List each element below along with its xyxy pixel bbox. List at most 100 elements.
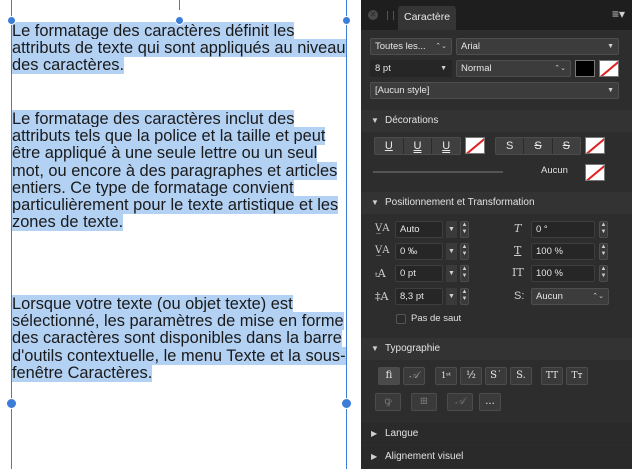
underline-single-button[interactable]: U — [375, 138, 404, 154]
small-caps-button[interactable]: Tт — [566, 367, 588, 385]
font-family-select[interactable]: Arial ▼ — [456, 38, 619, 55]
tracking-field[interactable]: Auto — [395, 221, 443, 238]
section-position-label: Positionnement et Transformation — [385, 197, 535, 208]
stepper-icon: ⌃⌄ — [435, 43, 447, 50]
font-family-value: Arial — [461, 41, 481, 52]
kerning-stepper[interactable]: ▲ ▼ — [460, 243, 469, 260]
tab-caractere[interactable]: Caractère — [398, 6, 457, 30]
kerning-value: 0 ‰ — [400, 246, 418, 257]
section-visual-alignment-label: Alignement visuel — [385, 451, 464, 462]
hamburger-menu-icon[interactable]: ≡▾ — [612, 8, 625, 20]
tracking-value: Auto — [400, 224, 420, 235]
leading-stepper[interactable]: ▲ ▼ — [460, 288, 469, 305]
triangle-down-icon: ▼ — [371, 116, 379, 125]
ordinals-button[interactable]: 1ˢᵗ — [435, 367, 457, 385]
line-weight-value: Aucun — [541, 165, 568, 176]
swash-button[interactable]: 𝒜 — [403, 367, 425, 385]
strike-none-button[interactable]: S — [496, 138, 525, 154]
font-style-select[interactable]: Normal ⌃⌄ — [456, 60, 571, 77]
stylistic-alternates-button[interactable]: ꝙ — [375, 393, 401, 411]
shear-stepper[interactable]: ▲ ▼ — [599, 221, 608, 238]
baseline-field[interactable]: 0 pt — [395, 265, 443, 282]
no-break-checkbox[interactable] — [396, 314, 406, 324]
paragraph-2-text: Le formatage des caractères inclut des a… — [12, 110, 339, 232]
contextual-button[interactable]: ⊞ — [411, 393, 437, 411]
horizontal-scale-field[interactable]: 100 % — [531, 265, 595, 282]
leading-value: 8,3 pt — [400, 291, 424, 302]
strike-color-swatch[interactable] — [585, 137, 605, 154]
underline-button-group: U U U — [374, 137, 461, 155]
highlight-color-swatch[interactable] — [599, 60, 619, 77]
subscript-button[interactable]: S. — [510, 367, 532, 385]
leading-field[interactable]: 8,3 pt — [395, 288, 443, 305]
ligatures-button[interactable]: fi — [378, 367, 400, 385]
strike-double-button[interactable]: S — [553, 138, 580, 154]
line-weight-slider[interactable] — [373, 171, 503, 173]
text-frame[interactable]: Le formatage des caractères définit les … — [0, 0, 360, 469]
frame-handle-middle-right[interactable] — [341, 398, 352, 409]
underline-double-button[interactable]: U — [404, 138, 433, 154]
fractions-button[interactable]: ½ — [460, 367, 482, 385]
tracking-dropdown[interactable]: ▼ — [446, 221, 457, 238]
kerning-dropdown[interactable]: ▼ — [446, 243, 457, 260]
frame-handle-middle-left[interactable] — [6, 398, 17, 409]
paragraph-1-text: Le formatage des caractères définit les … — [12, 22, 346, 75]
kerning-field[interactable]: 0 ‰ — [395, 243, 443, 260]
caps-select[interactable]: Aucun ⌃⌄ — [531, 288, 609, 305]
chevron-down-icon: ▼ — [607, 87, 614, 94]
section-language[interactable]: ▶ Langue — [361, 423, 632, 445]
font-collection-value: Toutes les... — [375, 41, 426, 52]
frame-handle-top-left[interactable] — [7, 16, 16, 25]
section-decorations-label: Décorations — [385, 115, 439, 126]
underline-color-swatch[interactable] — [465, 137, 485, 154]
baseline-dropdown[interactable]: ▼ — [446, 265, 457, 282]
character-style-value: [Aucun style] — [375, 85, 430, 96]
section-language-label: Langue — [385, 428, 419, 439]
vertical-scale-stepper[interactable]: ▲ ▼ — [599, 243, 608, 260]
horizontal-scale-stepper[interactable]: ▲ ▼ — [599, 265, 608, 282]
chevron-down-icon: ▼ — [607, 43, 614, 50]
vertical-scale-field[interactable]: 100 % — [531, 243, 595, 260]
section-visual-alignment[interactable]: ▶ Alignement visuel — [361, 446, 632, 468]
section-position-transform[interactable]: ▼ Positionnement et Transformation — [361, 192, 632, 214]
paragraph-1[interactable]: Le formatage des caractères définit les … — [12, 22, 348, 75]
triangle-down-icon: ▼ — [371, 344, 379, 353]
triangle-right-icon: ▶ — [371, 452, 378, 461]
paragraph-2[interactable]: Le formatage des caractères inclut des a… — [12, 110, 348, 232]
baseline-value: 0 pt — [400, 268, 416, 279]
drag-grip-icon[interactable] — [387, 11, 394, 20]
tracking-icon: V̲A — [375, 223, 390, 234]
underline-triple-button[interactable]: U — [432, 138, 460, 154]
stepper-icon: ⌃⌄ — [554, 65, 566, 72]
character-panel: ✕ Caractère ≡▾ Toutes les... ⌃⌄ Arial ▼ 8 … — [361, 0, 632, 469]
section-typography[interactable]: ▼ Typographie — [361, 338, 632, 360]
frame-handle-top-right[interactable] — [342, 16, 351, 25]
leading-icon: ‡A — [375, 290, 389, 303]
more-typography-button[interactable]: ... — [479, 393, 501, 411]
section-typography-label: Typographie — [385, 343, 441, 354]
shear-value: 0 ° — [536, 224, 548, 235]
shear-field[interactable]: 0 ° — [531, 221, 595, 238]
font-size-value: 8 pt — [375, 63, 391, 74]
paragraph-3[interactable]: Lorsque votre texte (ou objet texte) est… — [12, 295, 348, 382]
line-color-swatch[interactable] — [585, 164, 605, 181]
stepper-icon: ⌃⌄ — [592, 293, 604, 300]
character-style-select[interactable]: [Aucun style] ▼ — [370, 82, 619, 99]
historical-forms-button[interactable]: 𝒜 — [447, 393, 473, 411]
all-caps-button[interactable]: TT — [541, 367, 563, 385]
no-break-label: Pas de saut — [411, 313, 462, 324]
strike-single-button[interactable]: S — [524, 138, 553, 154]
frame-handle-top-center[interactable] — [175, 16, 184, 25]
text-color-swatch[interactable] — [575, 60, 595, 77]
tracking-stepper[interactable]: ▲ ▼ — [460, 221, 469, 238]
triangle-right-icon: ▶ — [371, 429, 378, 438]
font-collection-select[interactable]: Toutes les... ⌃⌄ — [370, 38, 452, 55]
close-icon[interactable]: ✕ — [368, 10, 378, 20]
superscript-button[interactable]: S˙ — [485, 367, 507, 385]
shear-icon: T — [514, 222, 522, 235]
baseline-stepper[interactable]: ▲ ▼ — [460, 265, 469, 282]
font-size-field[interactable]: 8 pt ▼ — [370, 60, 452, 77]
section-decorations[interactable]: ▼ Décorations — [361, 110, 632, 132]
leading-dropdown[interactable]: ▼ — [446, 288, 457, 305]
vertical-scale-value: 100 % — [536, 246, 563, 257]
